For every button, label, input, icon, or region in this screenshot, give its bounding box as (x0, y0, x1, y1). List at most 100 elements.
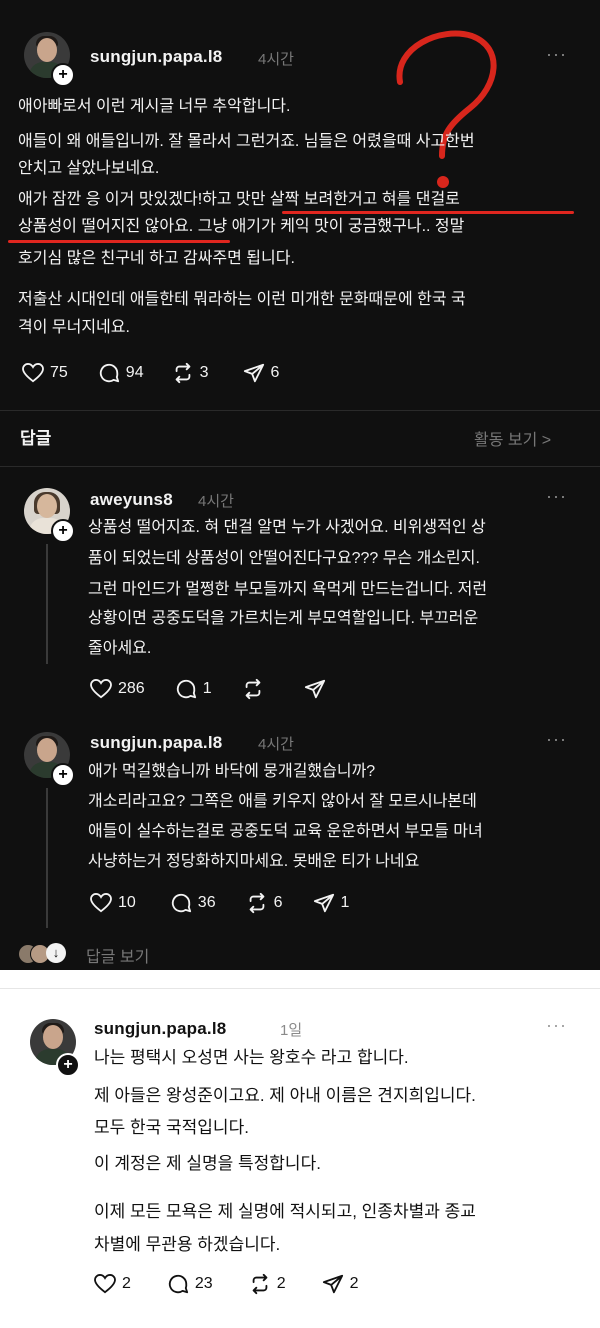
repost-button[interactable]: 3 (172, 362, 209, 384)
comment-button[interactable]: 1 (175, 678, 212, 700)
reply-line: 상품성 떨어지죠. 혀 댄걸 알면 누가 사겠어요. 비위생적인 상 (88, 519, 486, 536)
red-underline-annotation (282, 211, 574, 214)
comment-count: 36 (197, 894, 216, 911)
follow-plus-icon[interactable]: + (56, 1053, 80, 1077)
heart-icon (90, 679, 112, 699)
share-button[interactable]: 2 (322, 1273, 359, 1295)
post-line: 이 계정은 제 실명을 특정합니다. (94, 1154, 321, 1173)
heart-icon (22, 363, 44, 383)
repost-icon (245, 678, 260, 700)
reply-time: 4시간 (198, 493, 234, 510)
post-time: 4시간 (258, 51, 294, 68)
comment-icon (168, 1274, 188, 1294)
comment-button[interactable]: 94 (98, 362, 144, 384)
reply-username[interactable]: aweyuns8 (90, 490, 173, 510)
reply-line: 줄아세요. (88, 640, 152, 657)
reply-line: 개소리라고요? 그쪽은 애를 키우지 않아서 잘 모르시나본데 (88, 793, 477, 810)
like-button[interactable]: 286 (90, 679, 145, 699)
expand-down-icon: ↓ (46, 943, 66, 963)
reply-line: 애가 먹길했습니까 바닥에 뭉개길했습니까? (88, 763, 376, 780)
question-mark-annotation-icon (396, 30, 497, 188)
reply-avatars[interactable]: ↓ (18, 942, 78, 964)
reply-line: 그런 마인드가 멀쩡한 부모들까지 욕먹게 만드는겁니다. 저런 (88, 581, 488, 598)
comment-icon (176, 679, 196, 699)
more-icon[interactable]: ··· (546, 486, 567, 507)
like-count: 75 (50, 364, 68, 381)
reply-username[interactable]: sungjun.papa.l8 (90, 733, 222, 753)
repost-button[interactable] (242, 678, 270, 700)
more-icon[interactable]: ··· (546, 1015, 567, 1036)
post-line: 제 아들은 왕성준이고요. 제 아내 이름은 견지희입니다. (94, 1086, 476, 1105)
repost-count: 3 (199, 364, 209, 381)
thread-line (46, 788, 48, 928)
heart-icon (90, 893, 112, 913)
share-icon (243, 363, 264, 383)
share-icon (304, 679, 325, 699)
share-icon (313, 893, 334, 913)
view-replies-link[interactable]: 답글 보기 (86, 943, 149, 967)
post-actions: 2 23 2 2 (94, 1273, 385, 1295)
comment-icon (171, 893, 191, 913)
comment-count: 23 (194, 1275, 213, 1292)
follow-plus-icon[interactable]: + (51, 63, 75, 87)
divider (0, 410, 600, 411)
post-line: 모두 한국 국적입니다. (94, 1118, 249, 1137)
heart-icon (94, 1274, 116, 1294)
repost-count: 2 (276, 1275, 286, 1292)
comment-button[interactable]: 23 (167, 1273, 213, 1295)
share-button[interactable]: 1 (313, 892, 350, 914)
replies-header-label: 답글 (20, 429, 52, 448)
post-username[interactable]: sungjun.papa.l8 (94, 1019, 226, 1039)
like-button[interactable]: 75 (22, 363, 68, 383)
like-count: 2 (122, 1275, 131, 1292)
post-line: 이제 모든 모욕은 제 실명에 적시되고, 인종차별과 종교 (94, 1202, 476, 1221)
share-count: 2 (349, 1275, 359, 1292)
post-line: 격이 무너지네요. (18, 319, 130, 336)
comment-count: 1 (202, 680, 212, 697)
reply-line: 애들이 실수하는걸로 공중도덕 교육 운운하면서 부모들 마녀 (88, 823, 483, 840)
activity-link[interactable]: 활동 보기 > (474, 426, 551, 450)
post-line: 애들이 왜 애들입니까. 잘 몰라서 그런거죠. 님들은 어렸을때 사고한번 (18, 133, 475, 150)
share-count: 1 (340, 894, 350, 911)
post-line: 안치고 살았나보네요. (18, 160, 160, 177)
light-screenshot: + sungjun.papa.l8 1일 ··· 나는 평택시 오성면 사는 왕… (0, 988, 600, 1328)
post-line: 나는 평택시 오성면 사는 왕호수 라고 합니다. (94, 1048, 409, 1067)
comment-icon (99, 363, 119, 383)
comment-count: 94 (125, 364, 144, 381)
share-button[interactable]: 6 (243, 362, 280, 384)
follow-plus-icon[interactable]: + (51, 519, 75, 543)
share-count: 6 (270, 364, 280, 381)
reply-line: 상황이면 공중도덕을 가르치는게 부모역할입니다. 부끄러운 (88, 610, 479, 627)
repost-button[interactable]: 6 (246, 892, 283, 914)
like-count: 10 (118, 894, 136, 911)
post-line: 애아빠로서 이런 게시글 너무 추악합니다. (18, 98, 291, 115)
red-underline-annotation (8, 240, 230, 243)
dark-screenshot: + sungjun.papa.l8 4시간 ··· 애아빠로서 이런 게시글 너… (0, 0, 600, 970)
reply-actions: 10 36 6 1 (90, 892, 375, 914)
reply-time: 4시간 (258, 736, 294, 753)
reply-line: 사냥하는거 정당화하지마세요. 못배운 티가 나네요 (88, 853, 420, 870)
share-button[interactable] (304, 678, 332, 700)
more-icon[interactable]: ··· (546, 44, 567, 65)
share-icon (322, 1274, 343, 1294)
follow-plus-icon[interactable]: + (51, 763, 75, 787)
post-actions: 75 94 3 6 (22, 362, 305, 384)
repost-icon (252, 1273, 268, 1295)
post-line: 상품성이 떨어지진 않아요. 그냥 애기가 케익 맛이 궁금했구나.. 정말 (18, 218, 465, 235)
like-button[interactable]: 2 (94, 1274, 131, 1294)
post-username[interactable]: sungjun.papa.l8 (90, 47, 222, 67)
like-button[interactable]: 10 (90, 893, 136, 913)
like-count: 286 (118, 680, 145, 697)
repost-count: 6 (273, 894, 283, 911)
post-time: 1일 (280, 1022, 303, 1039)
repost-button[interactable]: 2 (249, 1273, 286, 1295)
reply-actions: 286 1 (90, 678, 358, 700)
repost-icon (175, 362, 190, 384)
divider (0, 466, 600, 467)
repost-icon (249, 892, 264, 914)
reply-line: 품이 되었는데 상품성이 안떨어진다구요??? 무슨 개소린지. (88, 550, 480, 567)
comment-button[interactable]: 36 (170, 892, 216, 914)
more-icon[interactable]: ··· (546, 729, 567, 750)
post-line: 호기심 많은 친구네 하고 감싸주면 됩니다. (18, 250, 295, 267)
post-line: 차별에 무관용 하겠습니다. (94, 1235, 281, 1254)
